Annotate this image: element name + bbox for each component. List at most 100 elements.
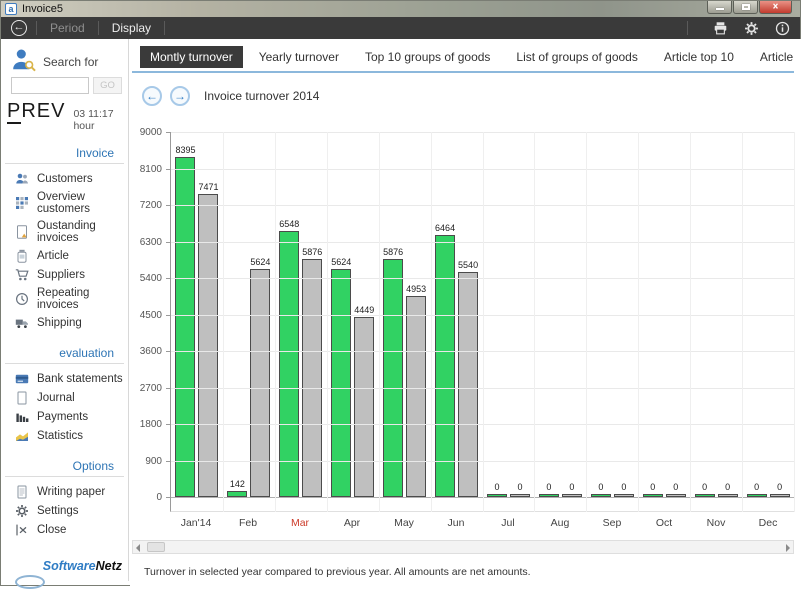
bar-previous-year-nov	[718, 494, 738, 497]
bar-previous-year-dec	[770, 494, 790, 497]
tab-yearly-turnover[interactable]: Yearly turnover	[249, 46, 349, 68]
scroll-left-button[interactable]	[133, 541, 145, 553]
y-tick-label: 3600	[140, 346, 162, 357]
sidebar-item-journal[interactable]: Journal	[1, 388, 128, 407]
minimize-icon	[716, 8, 724, 10]
menu-display[interactable]: Display	[108, 19, 155, 37]
chart-title: Invoice turnover 2014	[204, 89, 319, 103]
bar-value-label: 0	[546, 482, 551, 492]
tab-list-of-groups-of-goods[interactable]: List of groups of goods	[506, 46, 647, 68]
sidebar-item-customers[interactable]: Customers	[1, 169, 128, 188]
logo-arc-decoration	[15, 575, 45, 589]
back-button[interactable]: ←	[11, 20, 27, 36]
barwrap: 0	[642, 482, 663, 497]
barwrap: 0	[590, 482, 611, 497]
horizontal-scrollbar[interactable]	[132, 540, 794, 554]
gear-icon[interactable]	[744, 21, 759, 36]
statistics-chart-icon	[15, 429, 29, 443]
article-icon	[15, 249, 29, 263]
bar-value-label: 6464	[435, 223, 455, 233]
bar-selected-year-2014-aug	[539, 494, 559, 497]
sidebar-item-overview-customers[interactable]: Overview customers	[1, 188, 128, 217]
prev-period-button[interactable]: ←	[142, 86, 162, 106]
sidebar-item-settings[interactable]: Settings	[1, 501, 128, 520]
sidebar-item-bank-statements[interactable]: Bank statements	[1, 369, 128, 388]
bar-selected-year-2014-jun	[435, 235, 455, 497]
x-tick-label-nov: Nov	[690, 517, 742, 529]
sidebar-item-close[interactable]: Close	[1, 520, 128, 539]
vertical-gridline	[794, 132, 795, 512]
softwarenetz-logo: SoftwareNetz	[43, 559, 122, 573]
bar-previous-year-jul	[510, 494, 530, 497]
x-tick-label-mar: Mar	[274, 517, 326, 529]
maximize-button[interactable]	[733, 1, 758, 14]
vertical-gridline	[223, 132, 224, 512]
sidebar-item-shipping[interactable]: Shipping	[1, 313, 128, 332]
x-tick-label-oct: Oct	[638, 517, 690, 529]
x-tick-label-jun: Jun	[430, 517, 482, 529]
scroll-right-button[interactable]	[781, 541, 793, 553]
sidebar-item-repeating-invoices[interactable]: Repeating invoices	[1, 284, 128, 313]
bar-value-label: 0	[494, 482, 499, 492]
journal-icon	[15, 391, 29, 405]
info-icon[interactable]	[775, 21, 790, 36]
sidebar-item-label: Suppliers	[37, 269, 85, 281]
bar-value-label: 0	[650, 482, 655, 492]
barwrap: 0	[613, 482, 634, 497]
x-tick-label-dec: Dec	[742, 517, 794, 529]
tab-bar: Montly turnover Yearly turnover Top 10 gro…	[140, 46, 801, 68]
bar-value-label: 6548	[279, 219, 299, 229]
sidebar-item-statistics[interactable]: Statistics	[1, 426, 128, 445]
tab-montly-turnover[interactable]: Montly turnover	[140, 46, 243, 68]
search-input[interactable]	[11, 77, 89, 94]
sidebar-item-suppliers[interactable]: Suppliers	[1, 265, 128, 284]
window-title: Invoice5	[22, 3, 63, 15]
scrollbar-thumb[interactable]	[147, 542, 165, 552]
tab-article-top-10[interactable]: Article top 10	[654, 46, 744, 68]
barwrap: 0	[561, 482, 582, 497]
barwrap: 4449	[354, 305, 375, 497]
app-toolbar: ← Period Display	[1, 17, 800, 39]
sidebar-item-writing-paper[interactable]: Writing paper	[1, 482, 128, 501]
tab-article[interactable]: Article	[750, 46, 801, 68]
outstanding-invoice-icon	[15, 225, 29, 239]
x-tick-label-aug: Aug	[534, 517, 586, 529]
bar-value-label: 5540	[458, 260, 478, 270]
tab-top-10-groups-of-goods[interactable]: Top 10 groups of goods	[355, 46, 500, 68]
sidebar-item-label: Close	[37, 524, 66, 536]
barwrap: 0	[486, 482, 507, 497]
close-button[interactable]	[759, 1, 792, 14]
bar-previous-year-aug	[562, 494, 582, 497]
print-icon[interactable]	[713, 21, 728, 36]
search-label: Search for	[43, 55, 98, 73]
bar-value-label: 5876	[383, 247, 403, 257]
bar-selected-year-2014-nov	[695, 494, 715, 497]
bar-selected-year-2014-dec	[747, 494, 767, 497]
bar-value-label: 5624	[250, 257, 270, 267]
sidebar: Search for GO PREV 03 11:17 hour Invoice…	[1, 39, 129, 581]
footer-note: Turnover in selected year compared to pr…	[144, 566, 801, 578]
sidebar-item-oustanding-invoices[interactable]: Oustanding invoices	[1, 217, 128, 246]
next-period-button[interactable]: →	[170, 86, 190, 106]
prev-label: PREV	[7, 100, 65, 123]
barwrap: 0	[746, 482, 767, 497]
vertical-gridline	[638, 132, 639, 512]
bar-previous-year-jun	[458, 272, 478, 497]
search-go-button[interactable]: GO	[93, 77, 122, 94]
menu-period[interactable]: Period	[46, 19, 89, 37]
vertical-gridline	[586, 132, 587, 512]
y-tick-label: 4500	[140, 310, 162, 321]
sidebar-item-article[interactable]: Article	[1, 246, 128, 265]
users-icon	[15, 172, 29, 186]
sidebar-item-label: Customers	[37, 173, 93, 185]
barwrap: 6548	[279, 219, 300, 497]
main-content: Montly turnover Yearly turnover Top 10 gro…	[130, 39, 801, 587]
search-person-icon	[11, 47, 37, 73]
sidebar-item-label: Article	[37, 250, 69, 262]
sidebar-item-payments[interactable]: Payments	[1, 407, 128, 426]
minimize-button[interactable]	[707, 1, 732, 14]
y-tick-label: 2700	[140, 383, 162, 394]
grid-icon	[15, 196, 29, 210]
barwrap: 0	[717, 482, 738, 497]
titlebar: a Invoice5	[1, 1, 800, 17]
